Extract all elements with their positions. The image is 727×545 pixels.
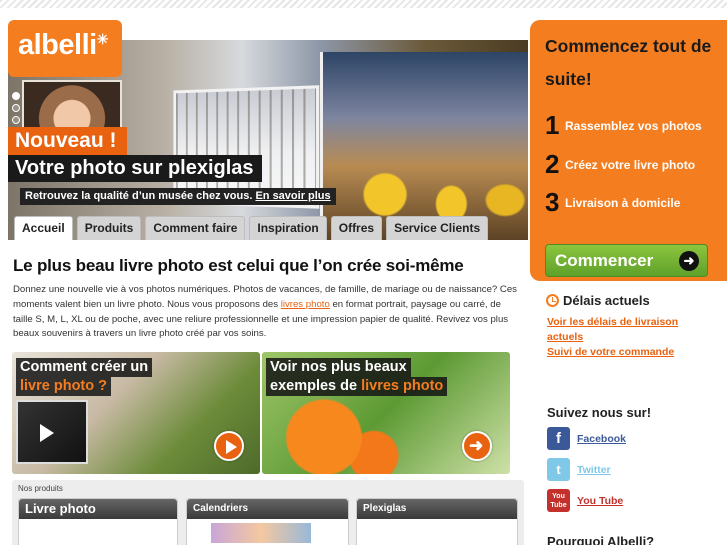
cta-panel: Commencez tout de suite! 1 Rassemblez vo… — [530, 20, 727, 281]
social-label[interactable]: You Tube — [577, 495, 623, 507]
intro-paragraph: Donnez une nouvelle vie à vos photos num… — [13, 283, 523, 342]
facebook-icon: f — [547, 427, 570, 450]
page-headline: Le plus beau livre photo est celui que l… — [13, 256, 464, 275]
tab-service-clients[interactable]: Service Clients — [386, 216, 489, 240]
video-thumbnail — [16, 400, 88, 464]
tab-produits[interactable]: Produits — [76, 216, 142, 240]
product-card-livre-photo[interactable]: Livre photo — [18, 498, 178, 545]
examples-caption-text: exemples de — [270, 378, 362, 394]
social-twitter[interactable]: t Twitter — [547, 458, 611, 481]
slide-dot-3[interactable] — [12, 116, 20, 124]
tab-offres[interactable]: Offres — [330, 216, 383, 240]
youtube-icon: You Tube — [547, 489, 570, 512]
step-text: Livraison à domicile — [565, 195, 681, 210]
order-tracking-link[interactable]: Suivi de votre commande — [547, 345, 674, 360]
arrow-button[interactable]: ➜ — [462, 431, 492, 461]
tab-accueil[interactable]: Accueil — [14, 216, 73, 240]
social-label[interactable]: Facebook — [577, 433, 626, 445]
clock-icon — [546, 294, 559, 307]
arrow-right-icon: ➜ — [469, 436, 484, 455]
play-icon — [40, 424, 54, 442]
arrow-right-icon: ➜ — [679, 251, 699, 271]
twitter-icon: t — [547, 458, 570, 481]
promo-badge: Nouveau ! — [8, 127, 127, 155]
feature-examples[interactable]: Voir nos plus beaux exemples de livres p… — [262, 352, 510, 474]
product-card-title: Livre photo — [19, 499, 177, 519]
play-button-icon — [226, 440, 237, 454]
products-label: Nos produits — [18, 484, 63, 493]
social-youtube[interactable]: You Tube You Tube — [547, 489, 623, 512]
delivery-heading: Délais actuels — [546, 293, 650, 308]
cta-title: Commencez tout de suite! — [545, 36, 712, 89]
feature-howto[interactable]: Comment créer un livre photo ? — [12, 352, 260, 474]
social-heading: Suivez nous sur! — [547, 405, 652, 420]
howto-caption-highlight: livre photo ? — [20, 378, 107, 394]
albelli-logo[interactable]: albelli✳ — [8, 20, 122, 77]
step-number: 1 — [545, 110, 560, 140]
howto-caption-1: Comment créer un — [16, 358, 153, 377]
promo-more-link[interactable]: En savoir plus — [255, 190, 330, 202]
step-text: Créez votre livre photo — [565, 157, 696, 172]
top-stripe — [0, 0, 727, 8]
promo-title: Votre photo sur plexiglas — [8, 155, 262, 182]
product-card-title: Plexiglas — [357, 499, 517, 519]
slide-dots — [12, 92, 20, 128]
slide-dot-1[interactable] — [12, 92, 20, 100]
play-button[interactable] — [214, 431, 244, 461]
product-card-title: Calendriers — [187, 499, 348, 519]
cta-step-3: 3 Livraison à domicile — [545, 187, 680, 218]
examples-caption-highlight: livres photo — [361, 378, 444, 394]
examples-caption-1: Voir nos plus beaux — [266, 358, 411, 377]
main-nav-tabs: Accueil Produits Comment faire Inspirati… — [14, 216, 492, 240]
slide-dot-2[interactable] — [12, 104, 20, 112]
tab-comment-faire[interactable]: Comment faire — [145, 216, 246, 240]
step-number: 3 — [545, 187, 560, 217]
social-label[interactable]: Twitter — [577, 464, 611, 476]
delivery-times-link[interactable]: Voir les délais de livraison actuels — [547, 315, 717, 345]
social-facebook[interactable]: f Facebook — [547, 427, 626, 450]
calendar-thumbnail — [211, 523, 311, 543]
step-number: 2 — [545, 149, 560, 179]
logo-text: albelli — [18, 29, 97, 61]
howto-caption-2: livre photo ? — [16, 377, 111, 396]
cta-step-1: 1 Rassemblez vos photos — [545, 110, 702, 141]
product-card-plexiglas[interactable]: Plexiglas — [356, 498, 518, 545]
product-card-calendriers[interactable]: Calendriers — [186, 498, 349, 545]
tab-inspiration[interactable]: Inspiration — [249, 216, 327, 240]
promo-subtitle: Retrouvez la qualité d’un musée chez vou… — [20, 188, 336, 205]
step-text: Rassemblez vos photos — [565, 118, 702, 133]
commencer-label: Commencer — [555, 251, 654, 270]
commencer-button[interactable]: Commencer ➜ — [545, 244, 708, 277]
intro-livres-photo-link[interactable]: livres photo — [281, 299, 330, 310]
products-section: Nos produits Livre photo Calendriers Ple… — [12, 480, 524, 545]
promo-subtitle-text: Retrouvez la qualité d’un musée chez vou… — [25, 190, 253, 202]
examples-caption-2: exemples de livres photo — [266, 377, 448, 396]
cta-step-2: 2 Créez votre livre photo — [545, 149, 695, 180]
why-heading: Pourquoi Albelli? — [547, 534, 655, 545]
hero-photo-city — [320, 52, 528, 240]
delivery-heading-text: Délais actuels — [563, 293, 650, 308]
logo-star-icon: ✳ — [96, 31, 109, 47]
